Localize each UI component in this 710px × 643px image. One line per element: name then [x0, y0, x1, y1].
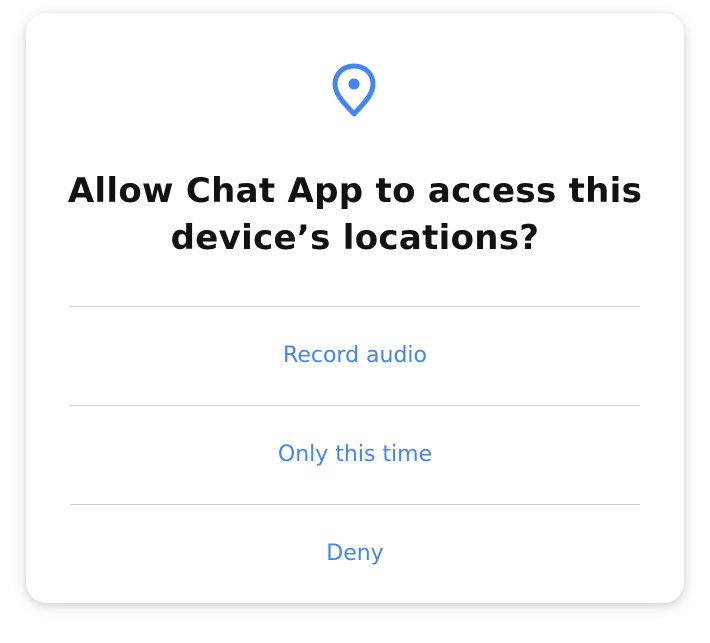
record-audio-button[interactable]: Record audio: [70, 307, 640, 405]
location-pin-icon: [332, 63, 376, 117]
permission-dialog: Allow Chat App to access this device’s l…: [26, 13, 684, 603]
dialog-title: Allow Chat App to access this device’s l…: [67, 171, 643, 258]
deny-button[interactable]: Deny: [70, 505, 640, 603]
only-this-time-button[interactable]: Only this time: [70, 406, 640, 504]
